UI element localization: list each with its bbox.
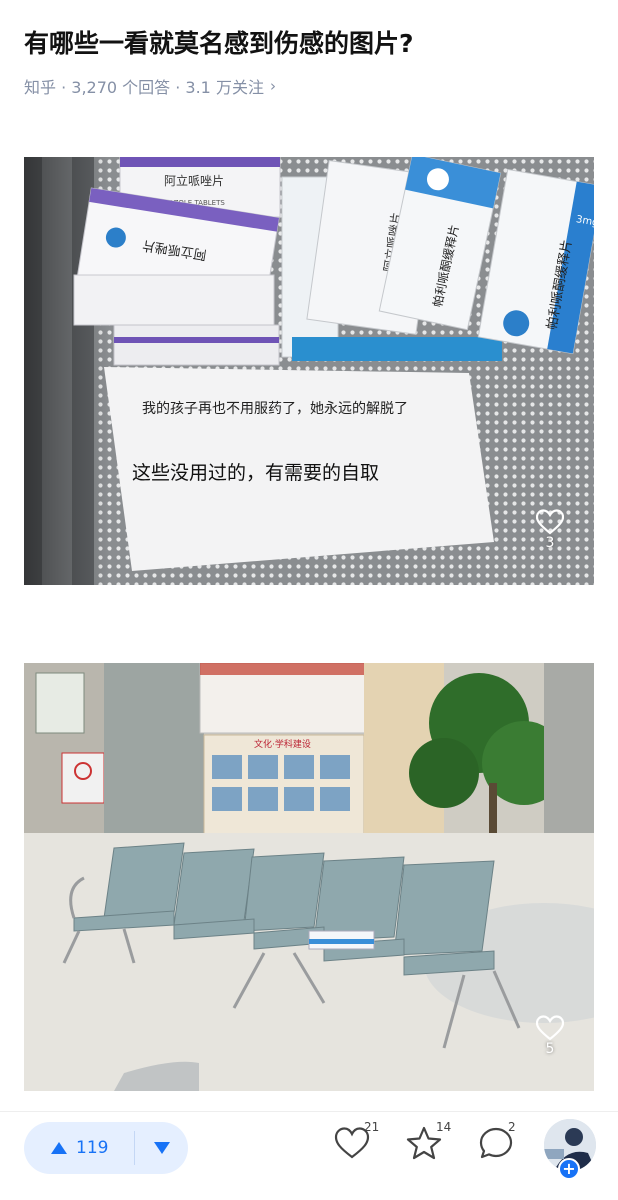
comment-count: 2 [508,1120,516,1134]
image-like-count: 5 [545,1041,555,1057]
image-like-overlay-2[interactable]: 5 [536,1015,564,1057]
triangle-down-icon [153,1142,170,1154]
heart-outline-icon [536,509,564,535]
svg-text:这些没用过的，有需要的自取: 这些没用过的，有需要的自取 [132,462,379,484]
svg-text:文化·学科建设: 文化·学科建设 [254,738,311,750]
svg-text:阿立哌唑片: 阿立哌唑片 [164,173,224,188]
medicine-photo: 阿立哌唑片 ARIPIPRAZOLE TABLETS 阿立哌唑片 阿立哌唑片 [24,157,594,585]
comment-button[interactable]: 2 [478,1120,522,1166]
chevron-right-icon: › [269,77,276,95]
vote-pill: 119 [24,1122,188,1174]
answer-image-2[interactable]: 文化·学科建设 5 [24,663,594,1091]
image-like-overlay-1[interactable]: 3 [536,509,564,551]
image-like-count: 3 [545,535,555,551]
svg-text:我的孩子再也不用服药了，她永远的解脱了: 我的孩子再也不用服药了，她永远的解脱了 [142,401,408,417]
question-meta[interactable]: 知乎 · 3,270 个回答 · 3.1 万关注 › [24,74,276,98]
favorite-button[interactable]: 14 [406,1120,451,1166]
question-stats: 知乎 · 3,270 个回答 · 3.1 万关注 [24,78,264,97]
follow-plus-button[interactable]: + [558,1158,580,1180]
upvote-count: 119 [76,1138,109,1158]
triangle-up-icon [51,1142,67,1154]
question-title[interactable]: 有哪些一看就莫名感到伤感的图片? [24,26,604,62]
heart-outline-icon [536,1015,564,1041]
hospital-photo: 文化·学科建设 [24,663,594,1091]
upvote-button[interactable]: 119 [24,1122,134,1174]
favorite-count: 14 [436,1120,452,1134]
bottom-action-bar: 119 21 14 2 + [0,1111,618,1200]
downvote-button[interactable] [135,1122,188,1174]
answer-image-1[interactable]: 阿立哌唑片 ARIPIPRAZOLE TABLETS 阿立哌唑片 阿立哌唑片 [24,157,594,585]
like-button[interactable]: 21 [334,1120,379,1166]
like-count: 21 [364,1120,380,1134]
